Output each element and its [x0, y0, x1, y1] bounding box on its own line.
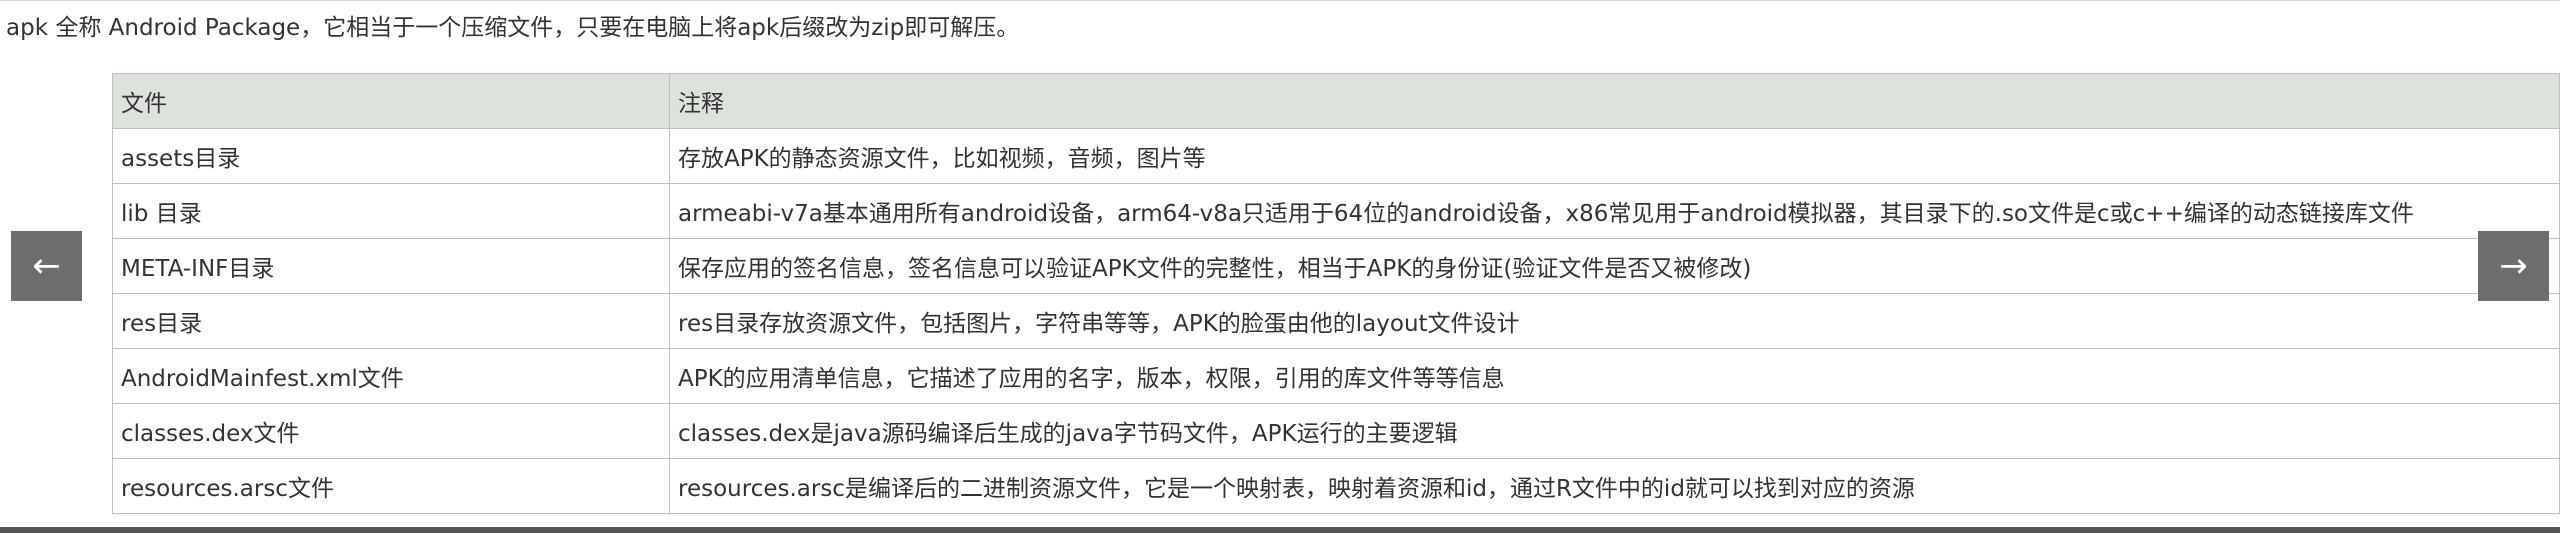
table-row: lib 目录 armeabi-v7a基本通用所有android设备，arm64-… [112, 183, 2560, 239]
header-file: 文件 [112, 73, 670, 129]
intro-text: apk 全称 Android Package，它相当于一个压缩文件，只要在电脑上… [6, 15, 1020, 41]
file-cell: META-INF目录 [112, 238, 670, 294]
file-cell: resources.arsc文件 [112, 458, 670, 514]
arrow-left-icon: ← [32, 246, 61, 286]
table-row: META-INF目录 保存应用的签名信息，签名信息可以验证APK文件的完整性，相… [112, 238, 2560, 294]
note-cell: res目录存放资源文件，包括图片，字符串等等，APK的脸蛋由他的layout文件… [669, 293, 2560, 349]
note-cell: classes.dex是java源码编译后生成的java字节码文件，APK运行的… [669, 403, 2560, 459]
arrow-right-icon: → [2499, 246, 2528, 286]
table-row: AndroidMainfest.xml文件 APK的应用清单信息，它描述了应用的… [112, 348, 2560, 404]
file-cell: lib 目录 [112, 183, 670, 239]
table-row: classes.dex文件 classes.dex是java源码编译后生成的ja… [112, 403, 2560, 459]
table-header-row: 文件 注释 [112, 73, 2560, 129]
header-note: 注释 [669, 73, 2560, 129]
note-cell: 保存应用的签名信息，签名信息可以验证APK文件的完整性，相当于APK的身份证(验… [669, 238, 2560, 294]
note-cell: armeabi-v7a基本通用所有android设备，arm64-v8a只适用于… [669, 183, 2560, 239]
note-cell: APK的应用清单信息，它描述了应用的名字，版本，权限，引用的库文件等等信息 [669, 348, 2560, 404]
next-button[interactable]: → [2478, 231, 2549, 301]
file-cell: assets目录 [112, 128, 670, 184]
table-row: assets目录 存放APK的静态资源文件，比如视频，音频，图片等 [112, 128, 2560, 184]
note-cell: 存放APK的静态资源文件，比如视频，音频，图片等 [669, 128, 2560, 184]
prev-button[interactable]: ← [11, 231, 82, 301]
file-cell: AndroidMainfest.xml文件 [112, 348, 670, 404]
page: apk 全称 Android Package，它相当于一个压缩文件，只要在电脑上… [0, 0, 2560, 533]
file-cell: classes.dex文件 [112, 403, 670, 459]
apk-structure-table: 文件 注释 assets目录 存放APK的静态资源文件，比如视频，音频，图片等 … [112, 73, 2560, 514]
file-cell: res目录 [112, 293, 670, 349]
bottom-divider [0, 527, 2560, 533]
table-row: res目录 res目录存放资源文件，包括图片，字符串等等，APK的脸蛋由他的la… [112, 293, 2560, 349]
table-row: resources.arsc文件 resources.arsc是编译后的二进制资… [112, 458, 2560, 514]
note-cell: resources.arsc是编译后的二进制资源文件，它是一个映射表，映射着资源… [669, 458, 2560, 514]
